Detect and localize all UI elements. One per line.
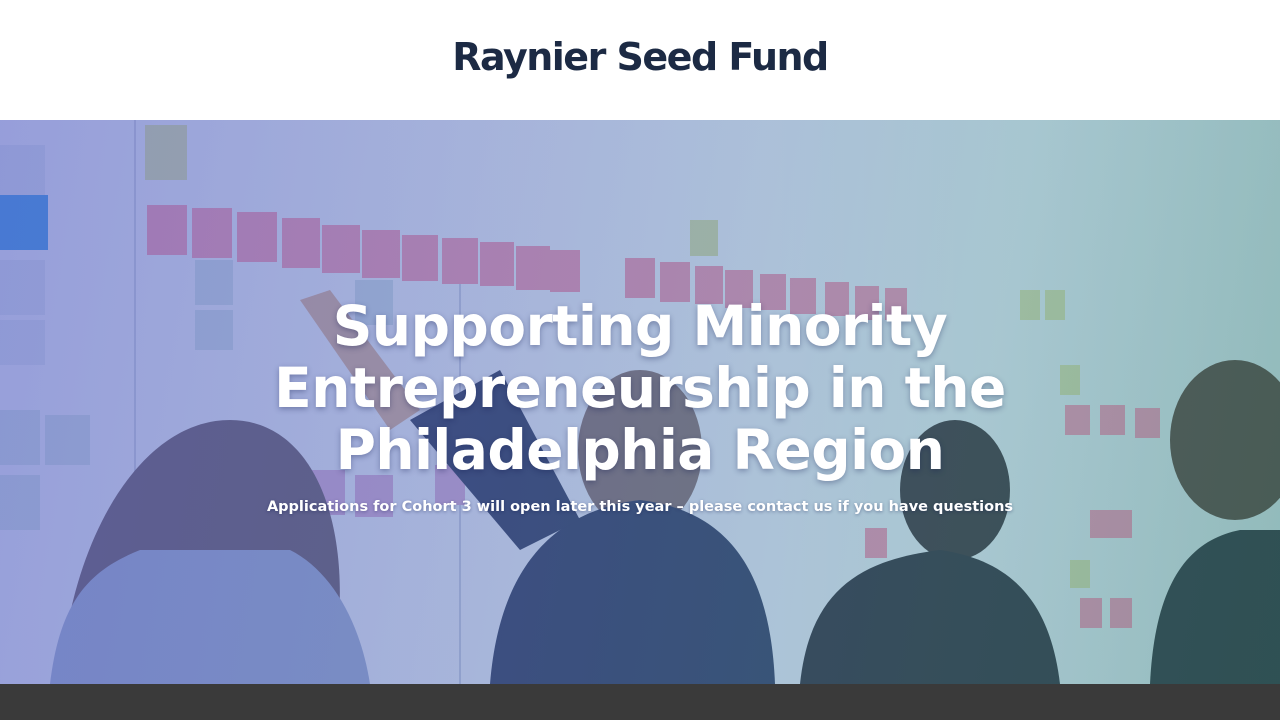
hero-subtitle: Applications for Cohort 3 will open late…: [266, 499, 1014, 515]
hero-content: Supporting Minority Entrepreneurship in …: [0, 120, 1280, 684]
footer-bar: [0, 684, 1280, 720]
hero-section: Supporting Minority Entrepreneurship in …: [0, 120, 1280, 684]
site-header: Raynier Seed Fund: [0, 0, 1280, 120]
hero-title: Supporting Minority Entrepreneurship in …: [274, 294, 1006, 482]
site-logo[interactable]: Raynier Seed Fund: [452, 35, 829, 79]
